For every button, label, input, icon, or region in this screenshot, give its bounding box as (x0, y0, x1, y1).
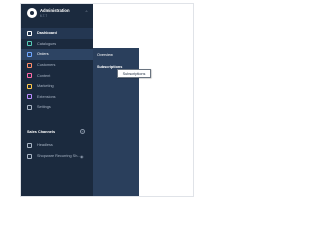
eye-icon[interactable]: ◉ (80, 154, 84, 159)
sidebar-item-settings[interactable]: Settings (21, 102, 93, 113)
sidebar-header[interactable]: Administration 6.7.7 ⌃ (21, 4, 93, 24)
app-version: 6.7.7 (40, 14, 48, 18)
sales-channel-headless[interactable]: Headless (21, 140, 93, 150)
subscriptions-tooltip: Subscriptions (117, 69, 151, 78)
add-sales-channel-icon[interactable]: + (80, 129, 85, 134)
sidebar-item-extensions[interactable]: Extensions (21, 92, 93, 103)
dashboard-icon (27, 30, 32, 36)
flyout-item-overview[interactable]: Overview (93, 50, 139, 60)
sales-channel-label: Headless (37, 143, 53, 147)
extensions-icon (27, 94, 32, 100)
sidebar-item-label: Marketing (37, 84, 54, 89)
sidebar-item-dashboard[interactable]: Dashboard (21, 28, 93, 39)
admin-sidebar: Administration 6.7.7 ⌃ Dashboard Catalog… (21, 4, 93, 196)
sidebar-item-label: Orders (37, 52, 49, 57)
orders-icon (27, 51, 32, 57)
content-icon (27, 73, 32, 79)
sales-channels-heading: Sales Channels (27, 130, 56, 134)
sidebar-item-label: Content (37, 73, 51, 78)
sidebar-item-orders[interactable]: Orders (21, 49, 93, 60)
sidebar-item-label: Catalogues (37, 41, 57, 46)
sidebar-item-content[interactable]: Content (21, 70, 93, 81)
shopware-logo-icon (27, 8, 37, 18)
sales-channel-label: Shopware Recurring Sh... (37, 154, 81, 158)
sidebar-item-label: Extensions (37, 94, 56, 99)
sidebar-item-marketing[interactable]: Marketing (21, 81, 93, 92)
catalogue-icon (27, 41, 32, 47)
sidebar-item-customers[interactable]: Customers (21, 60, 93, 71)
storefront-icon (27, 153, 32, 159)
sidebar-item-catalogues[interactable]: Catalogues (21, 39, 93, 50)
customers-icon (27, 62, 32, 68)
sidebar-item-label: Customers (37, 63, 56, 68)
headless-icon (27, 142, 32, 148)
app-title: Administration (40, 8, 70, 13)
sales-channel-recurring-shop[interactable]: Shopware Recurring Sh... ◉ (21, 151, 93, 161)
sidebar-item-label: Settings (37, 105, 51, 110)
sidebar-item-label: Dashboard (37, 31, 57, 36)
chevron-up-icon[interactable]: ⌃ (84, 10, 89, 15)
settings-icon (27, 104, 32, 110)
main-navigation: Dashboard Catalogues Orders Customers Co… (21, 28, 93, 113)
app-window: Administration 6.7.7 ⌃ Dashboard Catalog… (20, 3, 194, 197)
marketing-icon (27, 83, 32, 89)
